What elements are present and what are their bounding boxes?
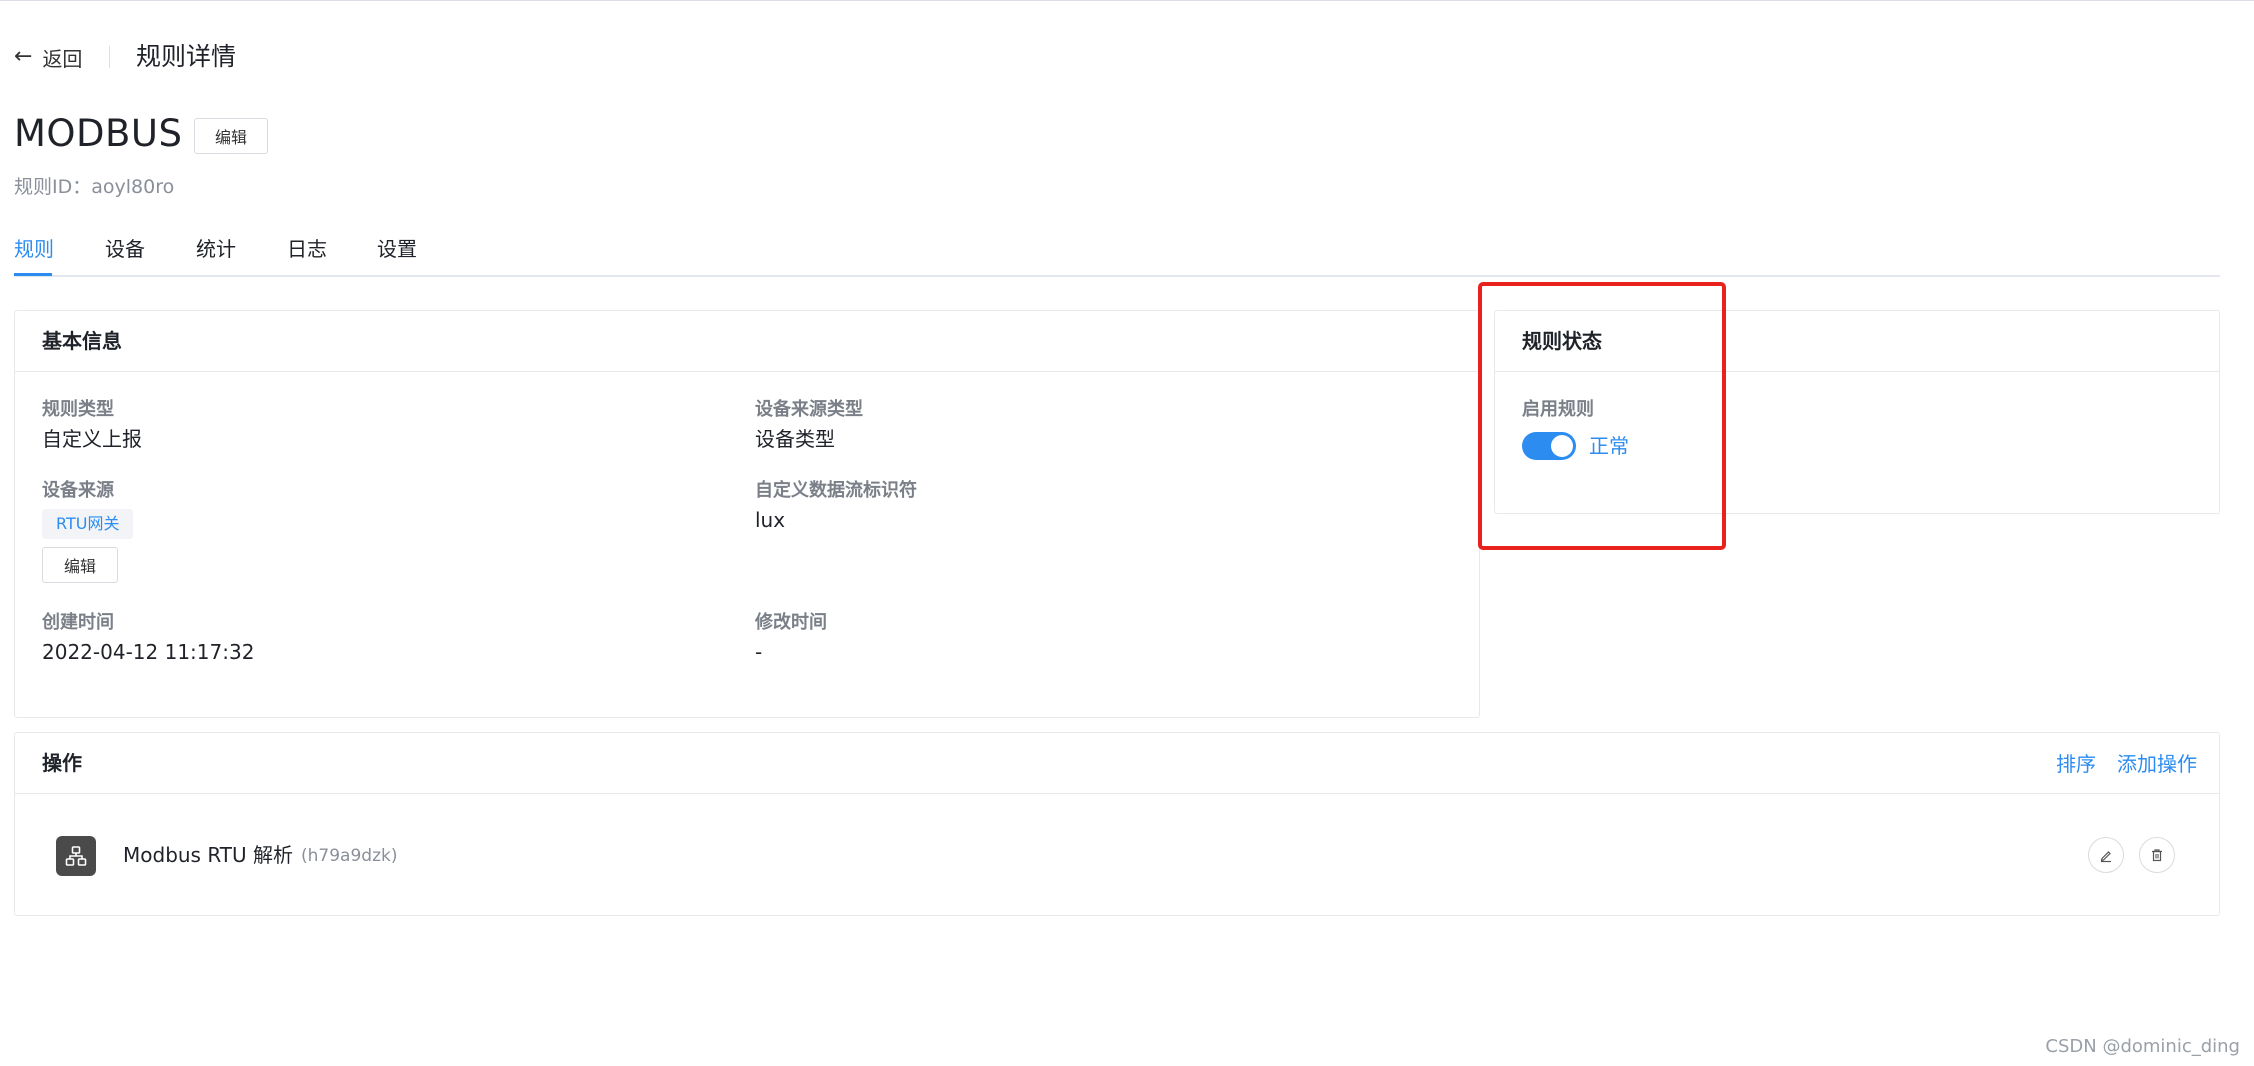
tab-rule[interactable]: 规则 [14, 234, 54, 264]
operation-id: (h79a9dzk) [301, 846, 398, 866]
header-separator [109, 46, 110, 68]
tab-settings[interactable]: 设置 [377, 234, 417, 264]
back-label: 返回 [42, 46, 83, 71]
delete-operation-button[interactable] [2139, 837, 2175, 873]
sort-link[interactable]: 排序 [2056, 751, 2096, 777]
created-time-label: 创建时间 [42, 612, 114, 633]
custom-stream-id-value: lux [755, 508, 786, 532]
trash-icon [2152, 849, 2162, 862]
custom-stream-id-label: 自定义数据流标识符 [755, 480, 917, 501]
edit-operation-button[interactable] [2088, 837, 2124, 873]
operation-name: Modbus RTU 解析 [123, 843, 293, 867]
rule-id-value: aoyl80ro [91, 176, 175, 198]
edit-device-source-button[interactable]: 编辑 [42, 547, 118, 583]
page-title: 规则详情 [136, 42, 237, 71]
rule-name: MODBUS [14, 112, 183, 155]
tab-statistics[interactable]: 统计 [196, 234, 236, 264]
tabs-divider [14, 275, 2220, 277]
back-button[interactable]: ← 返回 [14, 42, 82, 72]
modified-time-value: - [755, 640, 763, 664]
device-source-type-value: 设备类型 [755, 427, 835, 451]
rule-type-label: 规则类型 [42, 399, 114, 420]
operations-header: 操作 排序 添加操作 [15, 733, 2219, 794]
created-time-value: 2022-04-12 11:17:32 [42, 640, 255, 664]
rule-id-label: 规则ID： [14, 176, 92, 198]
basic-info-title: 基本信息 [42, 329, 122, 353]
rule-id: 规则ID：aoyl80ro [14, 172, 174, 199]
device-source-label: 设备来源 [42, 480, 114, 501]
tab-bar: 规则 设备 统计 日志 设置 [14, 234, 2220, 276]
pencil-icon [2100, 851, 2111, 863]
rule-type-value: 自定义上报 [42, 427, 142, 451]
modified-time-label: 修改时间 [755, 612, 827, 633]
operations-title: 操作 [42, 751, 82, 775]
tab-logs[interactable]: 日志 [287, 234, 327, 264]
edit-rule-name-button[interactable]: 编辑 [194, 118, 268, 154]
active-tab-indicator [14, 273, 52, 276]
watermark: CSDN @dominic_ding [2045, 1036, 2240, 1057]
top-divider [0, 0, 2254, 1]
device-source-type-label: 设备来源类型 [755, 399, 863, 420]
arrow-left-icon: ← [14, 44, 33, 69]
add-operation-link[interactable]: 添加操作 [2117, 751, 2197, 777]
basic-info-header: 基本信息 [15, 311, 1479, 372]
device-source-tag: RTU网关 [42, 509, 134, 539]
tab-devices[interactable]: 设备 [105, 234, 145, 264]
basic-info-panel: 基本信息 规则类型 自定义上报 设备来源类型 设备类型 设备来源 RTU网关 编… [14, 310, 1480, 718]
network-icon [56, 836, 96, 876]
highlight-annotation-box [1478, 282, 1726, 550]
operations-panel: 操作 排序 添加操作 Modbus RTU 解析 (h79a9dzk) [14, 732, 2220, 916]
